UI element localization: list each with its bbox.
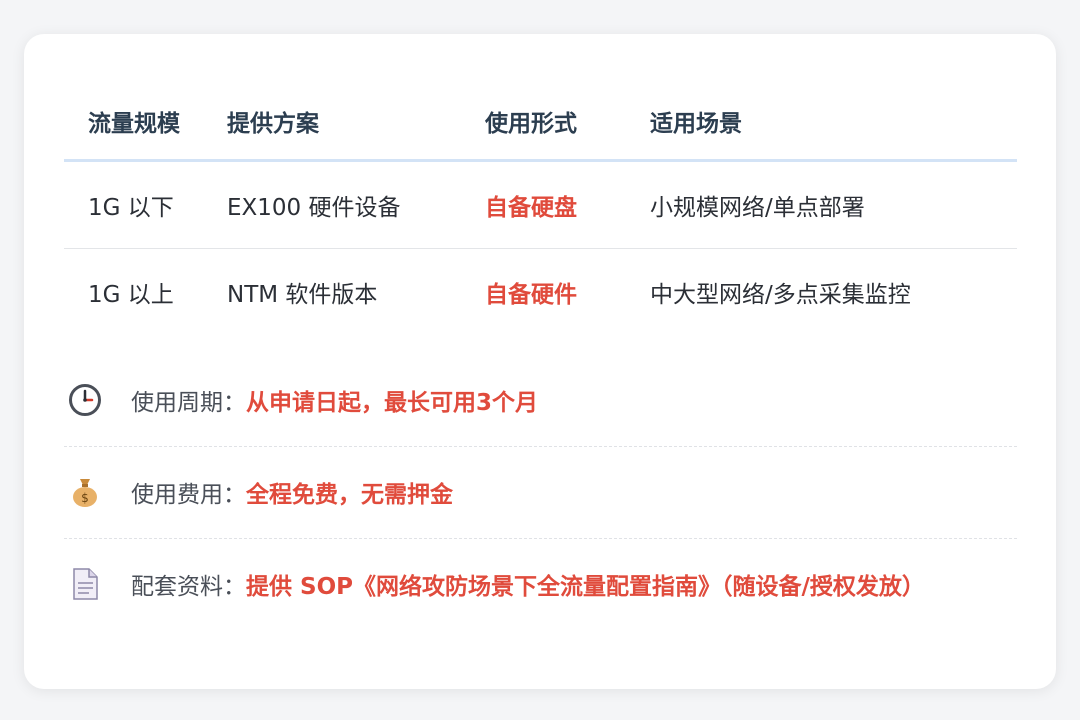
cell-scenario: 小规模网络/单点部署 — [650, 195, 865, 221]
cell-usage-form: 自备硬盘 — [485, 195, 577, 221]
table-row: 1G 以下 EX100 硬件设备 自备硬盘 小规模网络/单点部署 — [64, 162, 1017, 248]
header-scenario: 适用场景 — [650, 110, 742, 137]
cell-traffic-scale: 1G 以上 — [88, 282, 174, 308]
info-usage-fee: $ 使用费用： 全程免费，无需押金 — [64, 446, 1017, 539]
table-header-row: 流量规模 提供方案 使用形式 适用场景 — [64, 82, 1017, 162]
cell-solution: EX100 硬件设备 — [227, 195, 401, 221]
svg-text:$: $ — [81, 491, 89, 505]
info-value: 全程免费，无需押金 — [246, 482, 453, 508]
cell-usage-form: 自备硬件 — [485, 282, 577, 308]
cell-scenario: 中大型网络/多点采集监控 — [650, 282, 911, 308]
info-value: 提供 SOP《网络攻防场景下全流量配置指南》（随设备/授权发放） — [246, 574, 925, 600]
info-value: 从申请日起，最长可用3个月 — [246, 390, 539, 416]
document-icon — [64, 563, 106, 605]
info-label: 使用费用： — [131, 482, 246, 508]
table-row: 1G 以上 NTM 软件版本 自备硬件 中大型网络/多点采集监控 — [64, 248, 1017, 335]
info-materials: 配套资料： 提供 SOP《网络攻防场景下全流量配置指南》（随设备/授权发放） — [64, 538, 1017, 630]
info-label: 使用周期： — [131, 390, 246, 416]
header-solution: 提供方案 — [227, 110, 319, 137]
info-label: 配套资料： — [131, 574, 246, 600]
cell-solution: NTM 软件版本 — [227, 282, 378, 308]
header-traffic-scale: 流量规模 — [88, 110, 180, 137]
header-usage-form: 使用形式 — [485, 110, 577, 137]
plan-table: 流量规模 提供方案 使用形式 适用场景 1G 以下 EX100 硬件设备 自备硬… — [64, 82, 1017, 335]
info-usage-period: 使用周期： 从申请日起，最长可用3个月 — [64, 354, 1017, 447]
clock-icon — [64, 379, 106, 421]
money-bag-icon: $ — [64, 471, 106, 513]
info-card: 流量规模 提供方案 使用形式 适用场景 1G 以下 EX100 硬件设备 自备硬… — [24, 34, 1056, 689]
cell-traffic-scale: 1G 以下 — [88, 195, 174, 221]
